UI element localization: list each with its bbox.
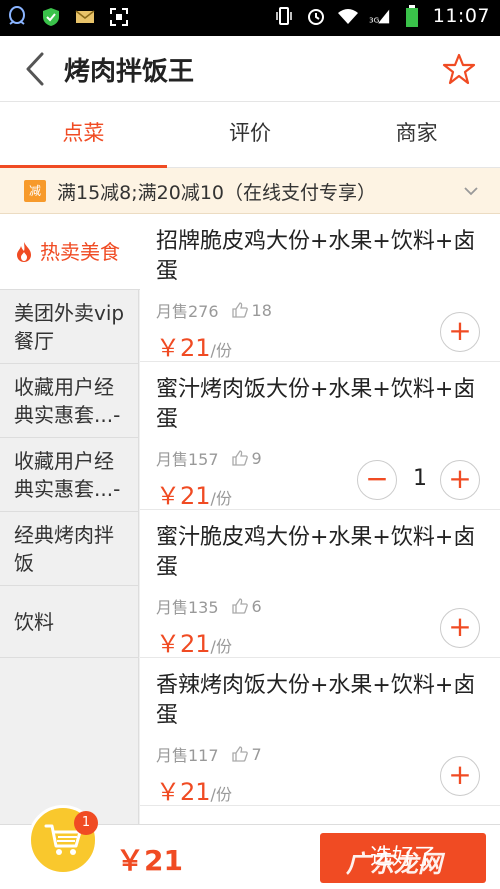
dish-stats: 月售157 9	[156, 446, 262, 470]
price-value: ￥21	[156, 482, 211, 510]
like-count: 18	[251, 300, 272, 320]
discount-badge: 减	[24, 180, 46, 202]
dish-price: ￥21/份	[156, 772, 232, 807]
alarm-icon	[305, 5, 327, 27]
sidebar-item-combo-2[interactable]: 收藏用户经典实惠套...-	[0, 438, 139, 512]
add-button[interactable]: +	[440, 460, 480, 500]
dish-name: 招牌脆皮鸡大份+水果+饮料+卤蛋	[156, 229, 476, 284]
page-title: 烤肉拌饭王	[64, 57, 195, 87]
dish-name: 蜜汁脆皮鸡大份+水果+饮料+卤蛋	[156, 525, 476, 580]
qq-icon	[6, 6, 28, 28]
tab-merchant[interactable]: 商家	[333, 102, 500, 167]
monthly-sales: 月售135	[156, 598, 219, 617]
quantity-value: 1	[413, 466, 427, 491]
like-count: 9	[251, 448, 262, 468]
watermark-logo: 广东龙网	[346, 838, 500, 884]
sidebar-item-drinks[interactable]: 饮料	[0, 586, 139, 658]
status-time: 11:07	[432, 5, 490, 27]
sidebar-item-classic[interactable]: 经典烤肉拌饭	[0, 512, 139, 586]
status-bar: 3G 11:07	[0, 0, 500, 36]
sidebar-item-label: 热卖美食	[40, 239, 120, 264]
sidebar-item-label: 经典烤肉拌饭	[14, 522, 114, 575]
promo-bar[interactable]: 减 满15减8;满20减10（在线支付专享）	[0, 168, 500, 214]
thumbs-up-icon	[231, 449, 249, 467]
menu-item: 蜜汁烤肉饭大份+水果+饮料+卤蛋 月售157 9 ￥21/份 − 1 +	[140, 362, 500, 510]
price-value: ￥21	[156, 334, 211, 362]
monthly-sales: 月售276	[156, 302, 219, 321]
price-value: ￥21	[156, 778, 211, 806]
price-unit: /份	[210, 341, 232, 360]
dish-price: ￥21/份	[156, 328, 232, 363]
add-button[interactable]: +	[440, 756, 480, 796]
screenshot-icon	[108, 6, 130, 28]
favorite-star-icon[interactable]	[442, 52, 476, 86]
dish-name: 香辣烤肉饭大份+水果+饮料+卤蛋	[156, 673, 476, 728]
menu-item: 香辣烤肉饭大份+水果+饮料+卤蛋 月售117 7 ￥21/份 +	[140, 658, 500, 806]
add-button[interactable]: +	[440, 608, 480, 648]
minus-button[interactable]: −	[357, 460, 397, 500]
monthly-sales: 月售117	[156, 746, 219, 765]
dish-price: ￥21/份	[156, 476, 232, 511]
cart-count-badge: 1	[74, 811, 98, 835]
back-icon[interactable]	[20, 50, 52, 88]
sidebar-item-label: 美团外卖vip餐厅	[14, 300, 125, 353]
tab-order[interactable]: 点菜	[0, 102, 167, 168]
dish-price: ￥21/份	[156, 624, 232, 659]
menu-item: 蜜汁脆皮鸡大份+水果+饮料+卤蛋 月售135 6 ￥21/份 +	[140, 510, 500, 658]
battery-icon	[401, 5, 423, 27]
menu-item: 招牌脆皮鸡大份+水果+饮料+卤蛋 月售276 18 ￥21/份 +	[140, 214, 500, 362]
sidebar-item-label: 收藏用户经典实惠套...-	[14, 448, 121, 501]
signal-icon: 3G	[369, 5, 391, 27]
sidebar-item-label: 饮料	[14, 609, 54, 634]
menu-list: 招牌脆皮鸡大份+水果+饮料+卤蛋 月售276 18 ￥21/份 + 蜜汁烤肉饭大…	[140, 214, 500, 824]
like-count: 6	[251, 596, 262, 616]
dish-stats: 月售117 7	[156, 742, 262, 766]
fire-icon	[14, 241, 34, 263]
price-unit: /份	[210, 785, 232, 804]
chevron-down-icon[interactable]	[462, 182, 480, 200]
category-sidebar: 热卖美食 美团外卖vip餐厅 收藏用户经典实惠套...- 收藏用户经典实惠套..…	[0, 214, 140, 824]
thumbs-up-icon	[231, 597, 249, 615]
shield-icon	[40, 6, 62, 28]
price-value: ￥21	[156, 630, 211, 658]
tab-bar: 点菜 评价 商家	[0, 102, 500, 168]
like-count: 7	[251, 744, 262, 764]
mail-icon	[74, 6, 96, 28]
tab-reviews[interactable]: 评价	[167, 102, 334, 167]
svg-text:3G: 3G	[369, 15, 380, 24]
price-unit: /份	[210, 489, 232, 508]
thumbs-up-icon	[231, 301, 249, 319]
dish-stats: 月售276 18	[156, 298, 272, 322]
sidebar-item-vip[interactable]: 美团外卖vip餐厅	[0, 290, 139, 364]
vibrate-icon	[273, 5, 295, 27]
thumbs-up-icon	[231, 745, 249, 763]
watermark-text: 广东龙网	[346, 848, 442, 878]
sidebar-item-combo-1[interactable]: 收藏用户经典实惠套...-	[0, 364, 139, 438]
dish-stats: 月售135 6	[156, 594, 262, 618]
sidebar-item-label: 收藏用户经典实惠套...-	[14, 374, 121, 427]
monthly-sales: 月售157	[156, 450, 219, 469]
add-button[interactable]: +	[440, 312, 480, 352]
dish-name: 蜜汁烤肉饭大份+水果+饮料+卤蛋	[156, 377, 476, 432]
cart-total: ￥21	[116, 844, 183, 877]
sidebar-item-hot[interactable]: 热卖美食	[0, 214, 140, 290]
wifi-icon	[337, 5, 359, 27]
price-unit: /份	[210, 637, 232, 656]
app-header: 烤肉拌饭王	[0, 36, 500, 102]
promo-text: 满15减8;满20减10（在线支付专享）	[57, 182, 377, 204]
